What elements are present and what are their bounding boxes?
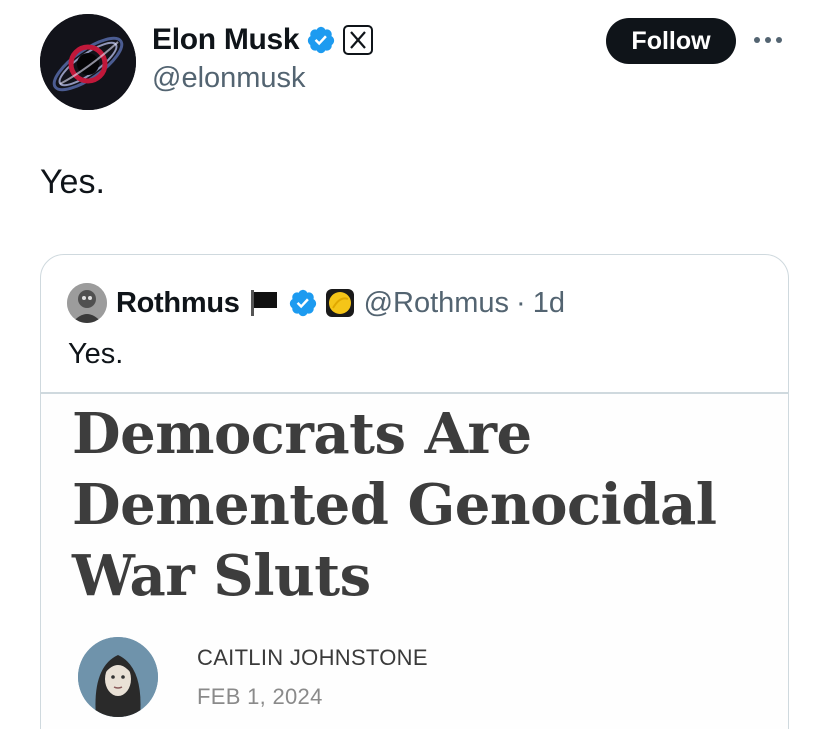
separator-dot: ·: [516, 286, 526, 319]
article-image[interactable]: Democrats Are Demented Genocidal War Slu…: [41, 394, 788, 729]
article-date: FEB 1, 2024: [197, 684, 323, 709]
more-options-icon[interactable]: [754, 28, 786, 52]
more-dot: [765, 37, 771, 43]
follow-button[interactable]: Follow: [606, 18, 736, 64]
black-flag-icon: [250, 290, 277, 316]
verified-badge-icon[interactable]: [288, 288, 318, 318]
quoted-author-name[interactable]: Rothmus: [116, 287, 240, 320]
author-display-name[interactable]: Elon Musk: [152, 23, 300, 57]
author-avatar[interactable]: [40, 14, 136, 110]
quoted-author-avatar[interactable]: [67, 283, 107, 323]
more-dot: [776, 37, 782, 43]
quoted-author-handle[interactable]: @Rothmus: [364, 287, 509, 320]
yellow-circle-badge-icon: [325, 289, 354, 317]
article-author-avatar: [78, 637, 158, 717]
author-handle[interactable]: @elonmusk: [152, 62, 306, 95]
article-headline: Democrats Are Demented Genocidal War Slu…: [72, 401, 717, 609]
quoted-tweet-header: Rothmus @Rothmus · 1d: [67, 282, 565, 324]
x-logo-badge-icon[interactable]: [343, 25, 374, 55]
more-dot: [754, 37, 760, 43]
tweet-text: Yes.: [40, 163, 105, 201]
quoted-tweet-timestamp[interactable]: 1d: [533, 287, 565, 320]
quoted-tweet-text: Yes.: [68, 338, 124, 370]
quoted-tweet-card[interactable]: Rothmus @Rothmus · 1d Yes. Democrats Are…: [40, 254, 789, 729]
verified-badge-icon[interactable]: [306, 25, 336, 55]
black-hole-avatar-icon: [40, 14, 136, 110]
article-author-name: CAITLIN JOHNSTONE: [197, 645, 428, 670]
author-name-row: Elon Musk: [152, 20, 374, 60]
